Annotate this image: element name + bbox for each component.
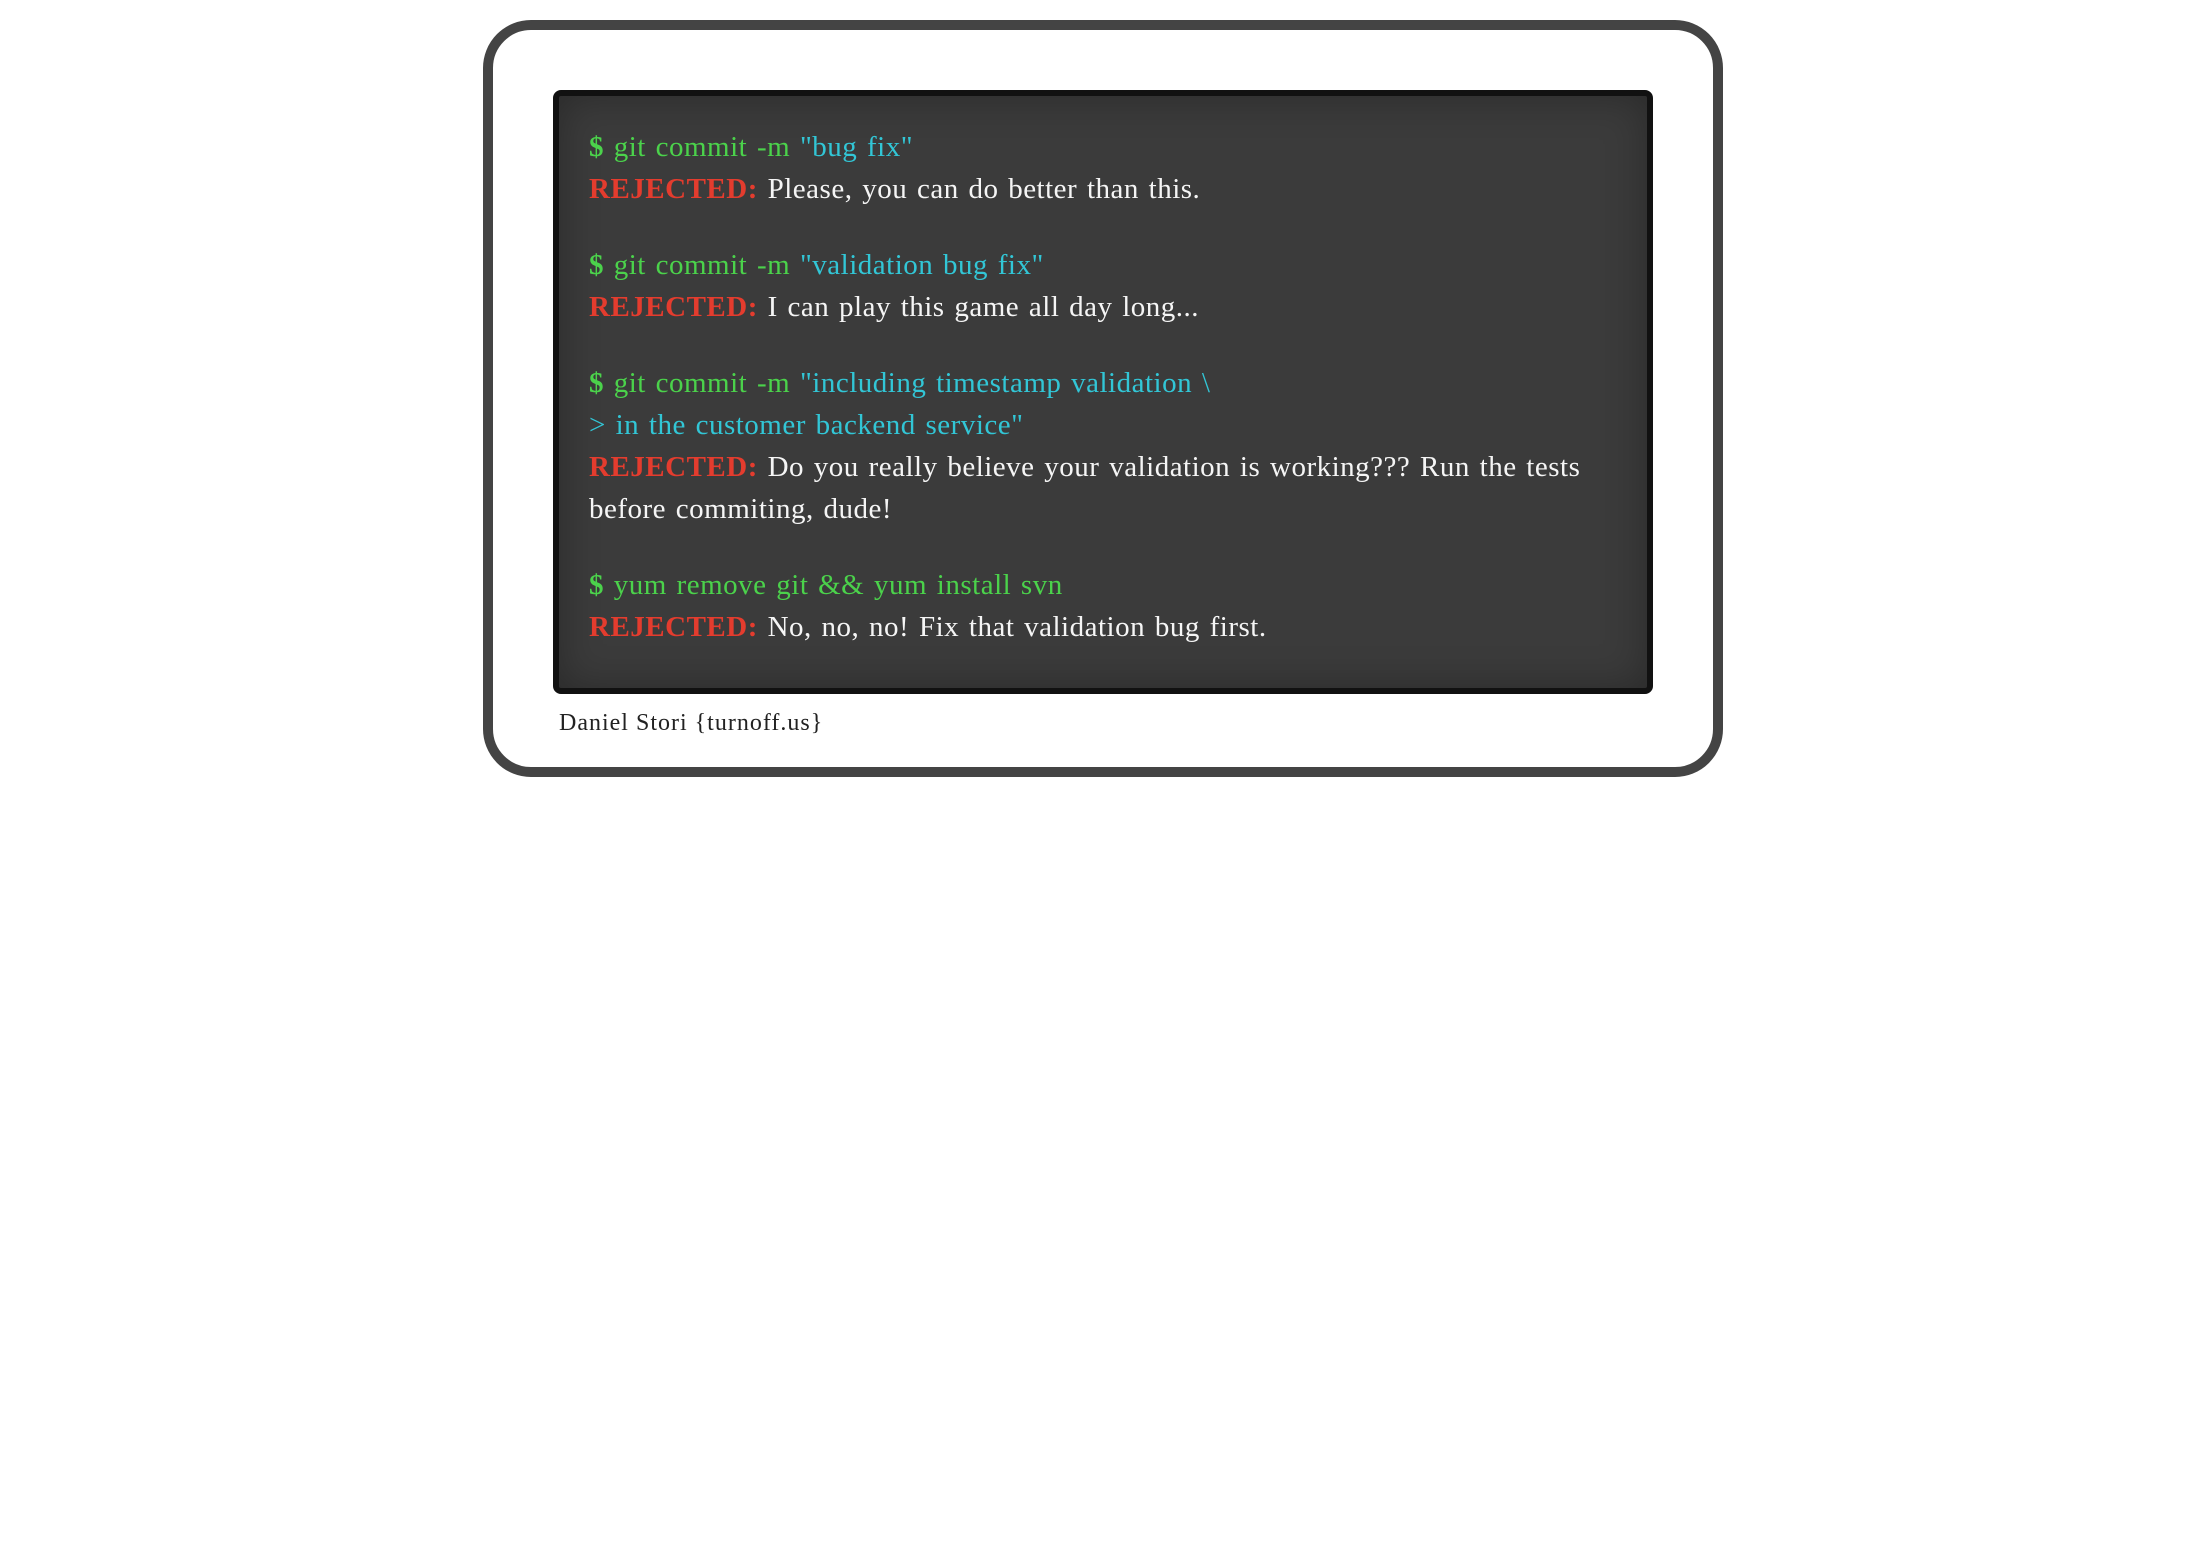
- continuation-prompt: >: [589, 409, 616, 441]
- shell-prompt: $: [589, 131, 614, 163]
- terminal-block: $ git commit -m "validation bug fix" REJ…: [589, 244, 1617, 328]
- rejected-label: REJECTED:: [589, 451, 768, 483]
- author-credit: Daniel Stori {turnoff.us}: [553, 710, 1653, 737]
- terminal-block: $ yum remove git && yum install svn REJE…: [589, 564, 1617, 648]
- continuation-line: > in the customer backend service": [589, 404, 1617, 446]
- command-text: git commit -m: [614, 249, 800, 281]
- command-line: $ git commit -m "including timestamp val…: [589, 362, 1617, 404]
- command-text: git commit -m: [614, 367, 800, 399]
- commit-message-continuation: in the customer backend service": [616, 409, 1024, 441]
- command-line: $ git commit -m "bug fix": [589, 126, 1617, 168]
- rejected-label: REJECTED:: [589, 173, 768, 205]
- rejected-reason: Please, you can do better than this.: [768, 173, 1201, 205]
- rejected-reason: I can play this game all day long...: [768, 291, 1199, 323]
- comic-card: $ git commit -m "bug fix" REJECTED: Plea…: [483, 20, 1723, 777]
- commit-message: "bug fix": [800, 131, 913, 163]
- shell-prompt: $: [589, 249, 614, 281]
- command-text: git commit -m: [614, 131, 800, 163]
- commit-message: "validation bug fix": [800, 249, 1044, 281]
- rejected-label: REJECTED:: [589, 611, 768, 643]
- rejected-reason: No, no, no! Fix that validation bug firs…: [768, 611, 1267, 643]
- terminal-block: $ git commit -m "bug fix" REJECTED: Plea…: [589, 126, 1617, 210]
- output-line: REJECTED: Do you really believe your val…: [589, 446, 1617, 530]
- terminal-block: $ git commit -m "including timestamp val…: [589, 362, 1617, 530]
- command-line: $ yum remove git && yum install svn: [589, 564, 1617, 606]
- rejected-label: REJECTED:: [589, 291, 768, 323]
- commit-message: "including timestamp validation \: [800, 367, 1210, 399]
- output-line: REJECTED: Please, you can do better than…: [589, 168, 1617, 210]
- shell-prompt: $: [589, 367, 614, 399]
- command-line: $ git commit -m "validation bug fix": [589, 244, 1617, 286]
- command-text: yum remove git && yum install svn: [614, 569, 1063, 601]
- shell-prompt: $: [589, 569, 614, 601]
- output-line: REJECTED: I can play this game all day l…: [589, 286, 1617, 328]
- terminal-chalkboard: $ git commit -m "bug fix" REJECTED: Plea…: [553, 90, 1653, 694]
- output-line: REJECTED: No, no, no! Fix that validatio…: [589, 606, 1617, 648]
